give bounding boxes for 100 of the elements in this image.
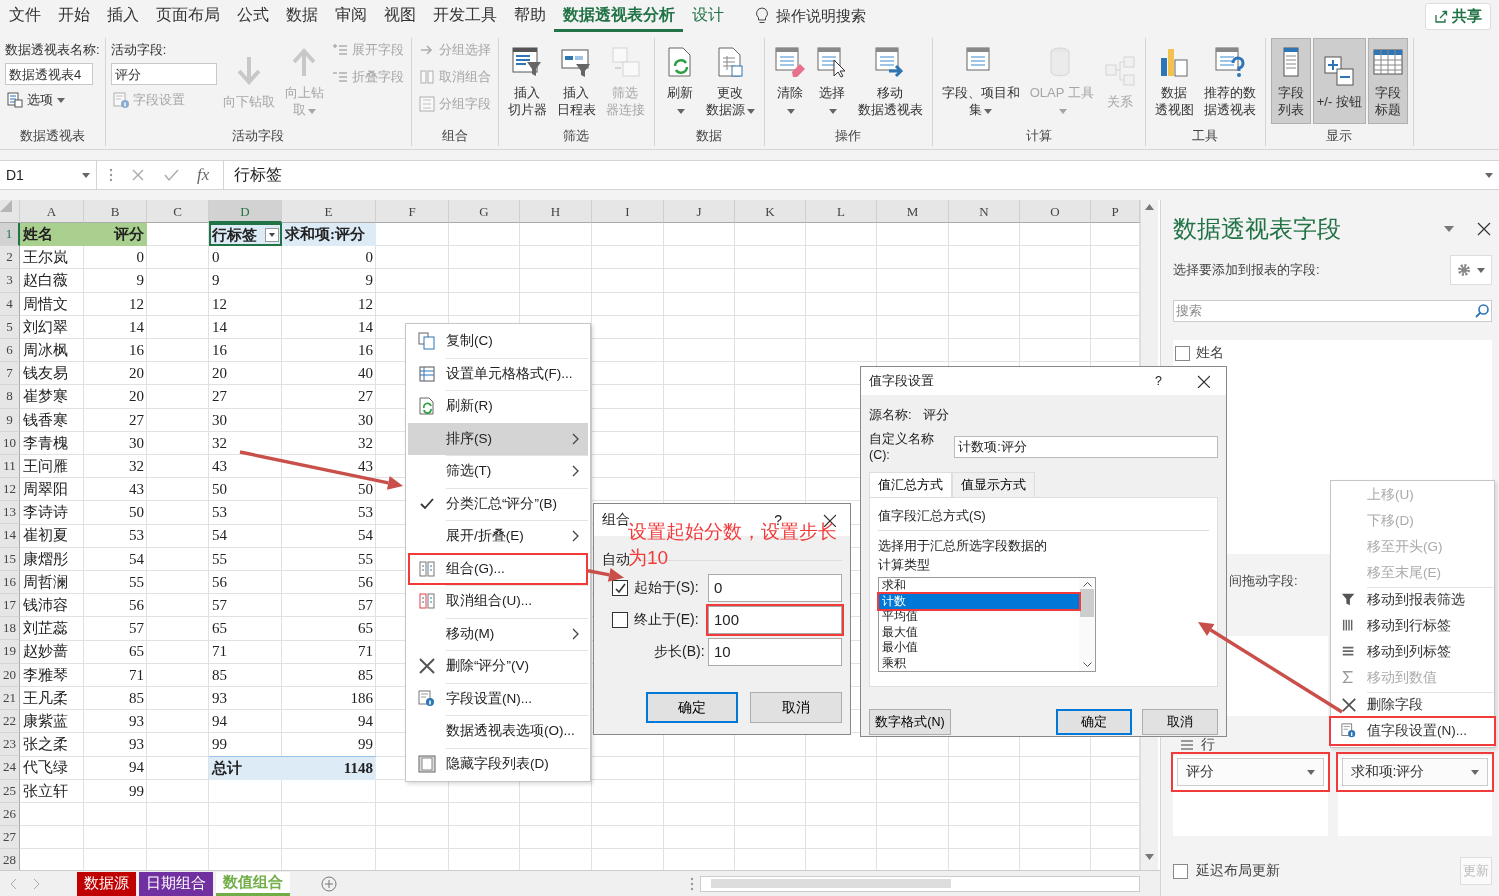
table-cell-text: 钱沛容	[22, 596, 69, 615]
field-label: 数据透视表名称:	[5, 41, 100, 59]
table-cell-text: 50	[128, 503, 145, 523]
annotation-text: 为10	[628, 546, 669, 570]
table-cell-text: 康熠彤	[22, 549, 69, 569]
table-cell-text: 55	[211, 549, 228, 569]
table-cell-text: 9	[135, 271, 145, 291]
table-cell-text: 王问雁	[22, 456, 69, 476]
table-cell-text: 55	[128, 572, 145, 592]
table-cell-text: 94	[128, 758, 145, 778]
table-cell-text: 12	[357, 294, 374, 314]
table-cell: 求和项:评分	[282, 223, 376, 247]
table-cell-text: 85	[211, 665, 228, 685]
table-cell-text: 54	[211, 526, 228, 546]
table-cell-text: 30	[357, 410, 374, 430]
table-cell-text: 0	[211, 248, 221, 268]
table-cell-text: 55	[357, 549, 374, 569]
field-label: 自定义名称(C):	[869, 431, 935, 462]
table-cell-text: 27	[211, 387, 228, 407]
field-label: 终止于(E):	[634, 611, 699, 629]
table-cell-text: 李雅琴	[22, 665, 69, 685]
table-cell-text: 李青槐	[22, 433, 69, 453]
section-label: 自动	[602, 551, 630, 569]
field-label: 活动字段:	[110, 41, 168, 59]
table-cell: 评分	[84, 223, 147, 247]
field-label: 源名称:	[869, 406, 912, 424]
table-cell-text: 53	[357, 503, 374, 523]
group-label: 组合	[440, 127, 469, 145]
group-label: 计算	[1024, 127, 1053, 145]
table-cell-text: 50	[357, 480, 374, 500]
field-label: 起始于(S):	[634, 579, 699, 597]
table-cell-text: 0	[364, 248, 374, 268]
table-cell-text: 57	[357, 596, 374, 615]
table-cell-text: 54	[357, 526, 374, 546]
table-cell-text: 周哲澜	[22, 572, 69, 592]
table-cell-text: 30	[211, 410, 228, 430]
table-cell-text: 27	[128, 410, 145, 430]
table-cell-text: 94	[357, 711, 374, 731]
table-cell-text: 0	[135, 248, 145, 268]
table-cell-text: 53	[128, 526, 145, 546]
table-cell-text: 32	[128, 456, 145, 476]
table-cell-text: 周惜文	[22, 294, 69, 314]
table-cell-text: 张立轩	[22, 781, 69, 801]
checkbox-label: 延迟布局更新	[1196, 862, 1280, 880]
description-text: 计算类型	[878, 557, 931, 574]
table-cell-text: 钱香寒	[22, 410, 69, 430]
dialog-title: 值字段设置	[869, 372, 935, 390]
table-cell-text: 20	[128, 387, 145, 407]
table-cell-text: 93	[211, 688, 228, 708]
table-cell-text: 43	[357, 456, 374, 476]
table-cell-text: 57	[128, 619, 145, 639]
table-cell-text: 94	[211, 711, 228, 731]
table-cell-text: 71	[128, 665, 145, 685]
table-cell-text: 张之柔	[22, 735, 69, 755]
table-cell-text: 行标签	[212, 225, 257, 245]
table-cell-text: 16	[128, 340, 145, 360]
table-cell-text: 代飞绿	[22, 758, 69, 778]
group-label: 操作	[834, 127, 863, 145]
table-cell-text: 99	[211, 735, 228, 755]
table-cell-text: 56	[211, 572, 228, 592]
table-cell-text: 14	[357, 317, 374, 337]
table-cell-text: 65	[128, 642, 145, 662]
pane-prompt: 选择要添加到报表的字段:	[1173, 261, 1320, 279]
table-cell-text: 40	[357, 364, 374, 384]
table-cell-text: 王凡柔	[22, 688, 69, 708]
table-cell-text: 20	[211, 364, 228, 384]
group-label: 工具	[1191, 127, 1220, 145]
table-cell-text: 12	[211, 294, 228, 314]
group-label: 活动字段	[231, 127, 286, 145]
group-label: 显示	[1325, 127, 1354, 145]
table-cell-text: 14	[128, 317, 145, 337]
table-cell-text: 43	[128, 480, 145, 500]
table-cell-text: 16	[211, 340, 228, 360]
table-cell-text: 43	[211, 456, 228, 476]
table-cell-text: 85	[357, 665, 374, 685]
table-cell-text: 崔梦寒	[22, 387, 69, 407]
table-cell: 1148	[282, 756, 376, 780]
table-cell-text: 53	[211, 503, 228, 523]
group-label: 筛选	[562, 127, 591, 145]
table-cell-text: 186	[349, 688, 374, 708]
table-cell: 姓名	[20, 223, 84, 247]
table-cell-text: 27	[357, 387, 374, 407]
table-cell-text: 93	[128, 735, 145, 755]
table-cell-text: 99	[128, 781, 145, 801]
table-cell-text: 9	[364, 271, 374, 291]
table-cell-text: 周翠阳	[22, 480, 69, 500]
table-cell-text: 16	[357, 340, 374, 360]
table-cell-text: 93	[128, 711, 145, 731]
table-cell-text: 32	[357, 433, 374, 453]
table-cell-text: 56	[128, 596, 145, 615]
table-cell-text: 赵白薇	[22, 271, 69, 291]
table-cell-text: 99	[357, 735, 374, 755]
table-cell-text: 20	[128, 364, 145, 384]
table-cell-text: 周冰枫	[22, 340, 69, 360]
table-cell-text: 李诗诗	[22, 503, 69, 523]
dialog-title: 组合	[602, 511, 630, 527]
table-cell-text: 54	[128, 549, 145, 569]
table-cell-text: 56	[357, 572, 374, 592]
table-cell-text: 71	[357, 642, 374, 662]
group-label: 数据	[695, 127, 724, 145]
